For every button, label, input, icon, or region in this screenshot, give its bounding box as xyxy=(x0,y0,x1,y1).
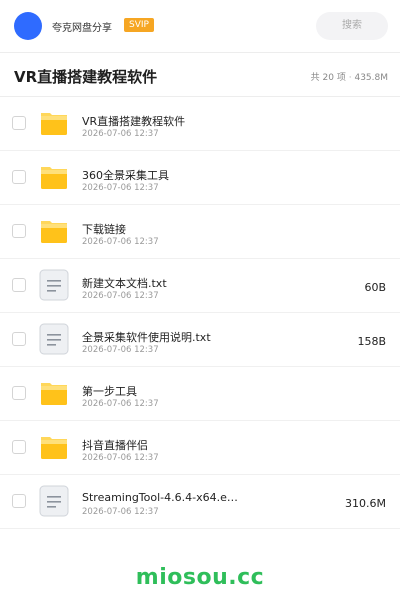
item-date: 2026-07-06 12:37 xyxy=(82,507,159,517)
item-date: 2026-07-06 12:37 xyxy=(82,453,159,463)
item-name: VR直播搭建教程软件 xyxy=(82,115,186,128)
meta-separator: · xyxy=(348,73,352,83)
list-item[interactable]: 新建文本文档.txt 2026-07-06 12:37 60B xyxy=(0,259,400,313)
select-checkbox[interactable] xyxy=(12,440,26,454)
list-item[interactable]: VR直播搭建教程软件 2026-07-06 12:37 xyxy=(0,97,400,151)
select-checkbox[interactable] xyxy=(12,278,26,292)
item-name: 全景采集软件使用说明.txt xyxy=(82,331,211,344)
text-file-icon xyxy=(38,485,70,517)
text-file-icon xyxy=(38,323,70,355)
search-button[interactable]: 搜索 xyxy=(316,12,388,40)
folder-size: 435.8M xyxy=(354,73,388,83)
brand-label: 夸克网盘分享 xyxy=(52,23,112,34)
folder-icon xyxy=(38,215,70,247)
select-checkbox[interactable] xyxy=(12,332,26,346)
item-date: 2026-07-06 12:37 xyxy=(82,129,159,139)
folder-icon xyxy=(38,377,70,409)
avatar[interactable] xyxy=(14,12,42,40)
item-count: 共 20 项 xyxy=(310,73,346,83)
file-list: VR直播搭建教程软件 2026-07-06 12:37 360全景采集工具 2026-… xyxy=(0,97,400,529)
select-checkbox[interactable] xyxy=(12,116,26,130)
item-name: 新建文本文档.txt xyxy=(82,277,167,290)
list-item[interactable]: 下载链接 2026-07-06 12:37 xyxy=(0,205,400,259)
item-size: 310.6M xyxy=(345,497,386,510)
item-name: 360全景采集工具 xyxy=(82,169,169,182)
item-date: 2026-07-06 12:37 xyxy=(82,345,159,355)
list-item[interactable]: 第一步工具 2026-07-06 12:37 xyxy=(0,367,400,421)
folder-icon xyxy=(38,107,70,139)
item-size: 158B xyxy=(357,335,386,348)
item-date: 2026-07-06 12:37 xyxy=(82,399,159,409)
text-file-icon xyxy=(38,269,70,301)
folder-title: VR直播搭建教程软件 xyxy=(14,68,158,86)
item-name: 第一步工具 xyxy=(82,385,137,398)
list-item[interactable]: 360全景采集工具 2026-07-06 12:37 xyxy=(0,151,400,205)
item-date: 2026-07-06 12:37 xyxy=(82,291,159,301)
folder-meta: 共 20 项 · 435.8M xyxy=(311,70,388,83)
folder-icon xyxy=(38,431,70,463)
watermark: miosou.cc xyxy=(0,556,400,600)
item-date: 2026-07-06 12:37 xyxy=(82,237,159,247)
svip-badge: SVIP xyxy=(124,18,154,32)
select-checkbox[interactable] xyxy=(12,170,26,184)
folder-icon xyxy=(38,161,70,193)
folder-header: VR直播搭建教程软件 共 20 项 · 435.8M xyxy=(0,53,400,97)
item-name: 下载链接 xyxy=(82,223,126,236)
select-checkbox[interactable] xyxy=(12,386,26,400)
select-checkbox[interactable] xyxy=(12,224,26,238)
item-date: 2026-07-06 12:37 xyxy=(82,183,159,193)
list-item[interactable]: 全景采集软件使用说明.txt 2026-07-06 12:37 158B xyxy=(0,313,400,367)
item-name: StreamingTool-4.6.4-x64.e… xyxy=(82,491,238,504)
watermark-text: miosou.cc xyxy=(135,565,265,590)
item-name: 抖音直播伴侣 xyxy=(82,439,148,452)
select-checkbox[interactable] xyxy=(12,494,26,508)
list-item[interactable]: 抖音直播伴侣 2026-07-06 12:37 xyxy=(0,421,400,475)
list-item[interactable]: StreamingTool-4.6.4-x64.e… 2026-07-06 12:… xyxy=(0,475,400,529)
top-bar: 夸克网盘分享 SVIP 搜索 xyxy=(0,0,400,52)
item-size: 60B xyxy=(364,281,386,294)
